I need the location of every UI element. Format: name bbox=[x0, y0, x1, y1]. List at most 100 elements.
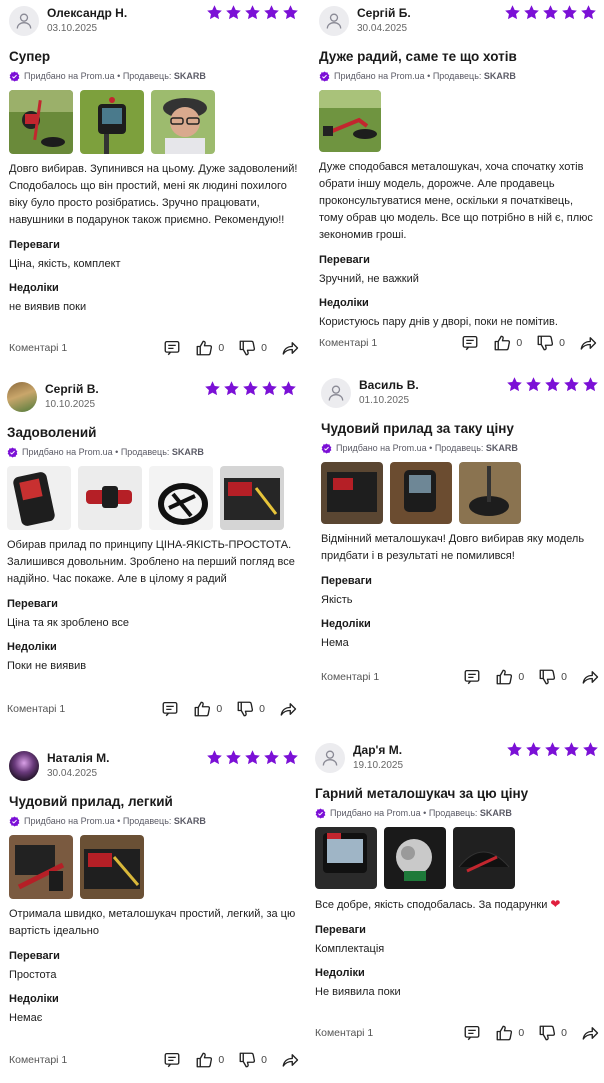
review-photo[interactable] bbox=[315, 827, 377, 889]
dislike-button[interactable]: 0 bbox=[236, 700, 265, 718]
cons-text: Поки не виявив bbox=[7, 660, 87, 672]
review-photo[interactable] bbox=[80, 835, 144, 899]
avatar-placeholder-icon bbox=[315, 743, 345, 773]
star-icon bbox=[282, 4, 299, 21]
avatar bbox=[9, 751, 39, 781]
comments-link[interactable]: Коментарі 1 bbox=[9, 342, 149, 354]
comments-link[interactable]: Коментарі 1 bbox=[315, 1027, 449, 1039]
review-photos bbox=[319, 90, 597, 152]
comment-icon bbox=[463, 668, 481, 686]
star-icon bbox=[206, 749, 223, 766]
star-icon bbox=[225, 749, 242, 766]
rating-stars bbox=[504, 4, 597, 21]
seller-name: SKARB bbox=[485, 443, 518, 453]
share-icon bbox=[281, 339, 299, 357]
verified-badge-icon bbox=[9, 71, 20, 82]
star-icon bbox=[263, 4, 280, 21]
heart-icon: ❤ bbox=[550, 897, 561, 911]
seller-name: SKARB bbox=[173, 71, 206, 81]
avatar-placeholder-icon bbox=[319, 6, 349, 36]
like-button[interactable]: 0 bbox=[495, 1024, 524, 1042]
review-date: 30.04.2025 bbox=[47, 768, 98, 779]
share-button[interactable] bbox=[579, 334, 597, 352]
dislike-button[interactable]: 0 bbox=[238, 339, 267, 357]
review-date: 19.10.2025 bbox=[353, 760, 404, 771]
comment-button[interactable] bbox=[163, 1051, 181, 1069]
star-icon bbox=[263, 749, 280, 766]
review-photos bbox=[7, 466, 297, 530]
review-photo[interactable] bbox=[80, 90, 144, 154]
review-photo[interactable] bbox=[459, 462, 521, 524]
review-date: 01.10.2025 bbox=[359, 395, 410, 406]
cons-label: Недоліки bbox=[315, 967, 365, 979]
review-photo[interactable] bbox=[384, 827, 446, 889]
comment-button[interactable] bbox=[461, 334, 479, 352]
review-photo[interactable] bbox=[151, 90, 215, 154]
cons-label: Недоліки bbox=[321, 618, 371, 630]
like-button[interactable]: 0 bbox=[495, 668, 524, 686]
review-photo[interactable] bbox=[78, 466, 142, 530]
review-photo[interactable] bbox=[453, 827, 515, 889]
pros-label: Переваги bbox=[321, 575, 372, 587]
star-icon bbox=[242, 380, 259, 397]
review-photo[interactable] bbox=[7, 466, 71, 530]
purchase-info: Придбано на Prom.ua • Продавець: SKARB bbox=[9, 815, 299, 827]
pros-text: Простота bbox=[9, 969, 57, 981]
star-icon bbox=[561, 4, 578, 21]
comment-button[interactable] bbox=[161, 700, 179, 718]
star-icon bbox=[244, 4, 261, 21]
comment-icon bbox=[163, 1051, 181, 1069]
star-icon bbox=[506, 741, 523, 758]
share-button[interactable] bbox=[281, 339, 299, 357]
comment-icon bbox=[163, 339, 181, 357]
thumbs-up-icon bbox=[493, 334, 511, 352]
comment-button[interactable] bbox=[463, 1024, 481, 1042]
verified-badge-icon bbox=[7, 447, 18, 458]
review-text: Отримала швидко, металошукач простий, ле… bbox=[9, 908, 296, 937]
review-photo[interactable] bbox=[220, 466, 284, 530]
rating-stars bbox=[204, 380, 297, 397]
thumbs-down-icon bbox=[536, 334, 554, 352]
share-button[interactable] bbox=[281, 1051, 299, 1069]
dislike-button[interactable]: 0 bbox=[538, 668, 567, 686]
dislike-button[interactable]: 0 bbox=[238, 1051, 267, 1069]
reviewer-name: Сергій Б. bbox=[357, 6, 411, 20]
review-photo[interactable] bbox=[9, 835, 73, 899]
dislike-button[interactable]: 0 bbox=[538, 1024, 567, 1042]
share-button[interactable] bbox=[581, 1024, 599, 1042]
review-photo[interactable] bbox=[321, 462, 383, 524]
cons-label: Недоліки bbox=[7, 641, 57, 653]
star-icon bbox=[525, 376, 542, 393]
review-photo[interactable] bbox=[149, 466, 213, 530]
review-photo[interactable] bbox=[319, 90, 381, 152]
thumbs-down-icon bbox=[538, 668, 556, 686]
share-button[interactable] bbox=[279, 700, 297, 718]
review-photo[interactable] bbox=[9, 90, 73, 154]
comments-link[interactable]: Коментарі 1 bbox=[7, 703, 147, 715]
share-icon bbox=[581, 1024, 599, 1042]
star-icon bbox=[225, 4, 242, 21]
star-icon bbox=[261, 380, 278, 397]
review-card: Василь В. 01.10.2025 Чудовий прилад за т… bbox=[321, 378, 599, 651]
reviewer-name: Олександр Н. bbox=[47, 6, 128, 20]
comments-link[interactable]: Коментарі 1 bbox=[321, 671, 449, 683]
review-text: Відмінний металошукач! Довго вибирав яку… bbox=[321, 533, 585, 562]
like-button[interactable]: 0 bbox=[195, 1051, 224, 1069]
share-button[interactable] bbox=[581, 668, 599, 686]
dislike-button[interactable]: 0 bbox=[536, 334, 565, 352]
pros-text: Ціна та як зроблено все bbox=[7, 617, 129, 629]
rating-stars bbox=[206, 4, 299, 21]
review-photo[interactable] bbox=[390, 462, 452, 524]
comments-link[interactable]: Коментарі 1 bbox=[319, 337, 447, 349]
like-button[interactable]: 0 bbox=[193, 700, 222, 718]
like-button[interactable]: 0 bbox=[195, 339, 224, 357]
review-date: 03.10.2025 bbox=[47, 23, 98, 34]
like-button[interactable]: 0 bbox=[493, 334, 522, 352]
review-footer: Коментарі 1 0 0 bbox=[315, 1024, 599, 1042]
comment-icon bbox=[461, 334, 479, 352]
comment-button[interactable] bbox=[463, 668, 481, 686]
comments-link[interactable]: Коментарі 1 bbox=[9, 1054, 149, 1066]
comment-button[interactable] bbox=[163, 339, 181, 357]
review-photos bbox=[321, 462, 599, 524]
review-footer: Коментарі 1 0 0 bbox=[7, 700, 297, 718]
